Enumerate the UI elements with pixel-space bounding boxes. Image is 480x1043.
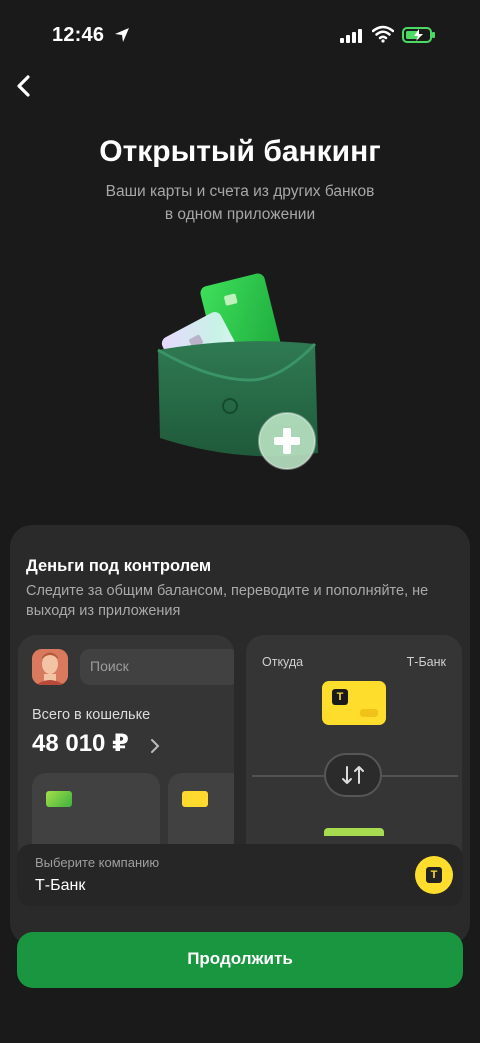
tbank-card-icon: T [322,681,386,725]
wifi-icon [372,25,394,43]
wallet-cards-illustration [157,273,318,470]
wallet-total-label: Всего в кошельке [32,707,151,723]
continue-button-label: Продолжить [187,949,293,968]
continue-button[interactable]: Продолжить [17,932,463,988]
company-select[interactable]: Выберите компанию Т-Банк T [17,844,463,906]
green-card-icon [46,791,72,807]
tbank-logo-icon: T [415,856,453,894]
tbank-logo-mark: T [332,689,348,705]
subtitle-line-2: в одном приложении [164,206,316,223]
feature-description: Следите за общим балансом, переводите и … [26,583,429,619]
signal-icon [340,29,362,43]
wallet-preview-card: Поиск Всего в кошельке 48 010 ₽ [18,635,234,875]
avatar-face-icon [32,649,68,685]
subtitle-line-1: Ваши карты и счета из других банков [105,183,375,200]
status-time: 12:46 [52,24,105,46]
tbank-logo-text: T [426,867,442,883]
swap-arrows-icon [342,766,364,784]
page-subtitle: Ваши карты и счета из других банков в од… [60,180,420,226]
company-select-label: Выберите компанию [35,855,160,870]
feature-title: Деньги под контролем [26,557,212,575]
transfer-from-label: Откуда [262,655,304,669]
search-placeholder: Поиск [90,658,129,674]
green-card-partial [324,828,384,836]
back-chevron-icon[interactable] [10,72,40,102]
transfer-preview-card: Откуда Т-Банк T [246,635,462,875]
yellow-card-icon [182,791,208,807]
card-stripe [360,709,378,717]
wallet-total-amount: 48 010 ₽ [32,730,129,757]
company-select-value: Т-Банк [35,877,86,894]
page-title: Открытый банкинг [99,135,381,168]
battery-charging-icon [402,27,435,43]
search-input: Поиск [80,649,234,685]
avatar [32,649,68,685]
swap-button [324,753,382,797]
chevron-right-icon [151,739,160,753]
transfer-from-bank: Т-Банк [406,655,446,669]
location-arrow-icon [115,28,129,42]
